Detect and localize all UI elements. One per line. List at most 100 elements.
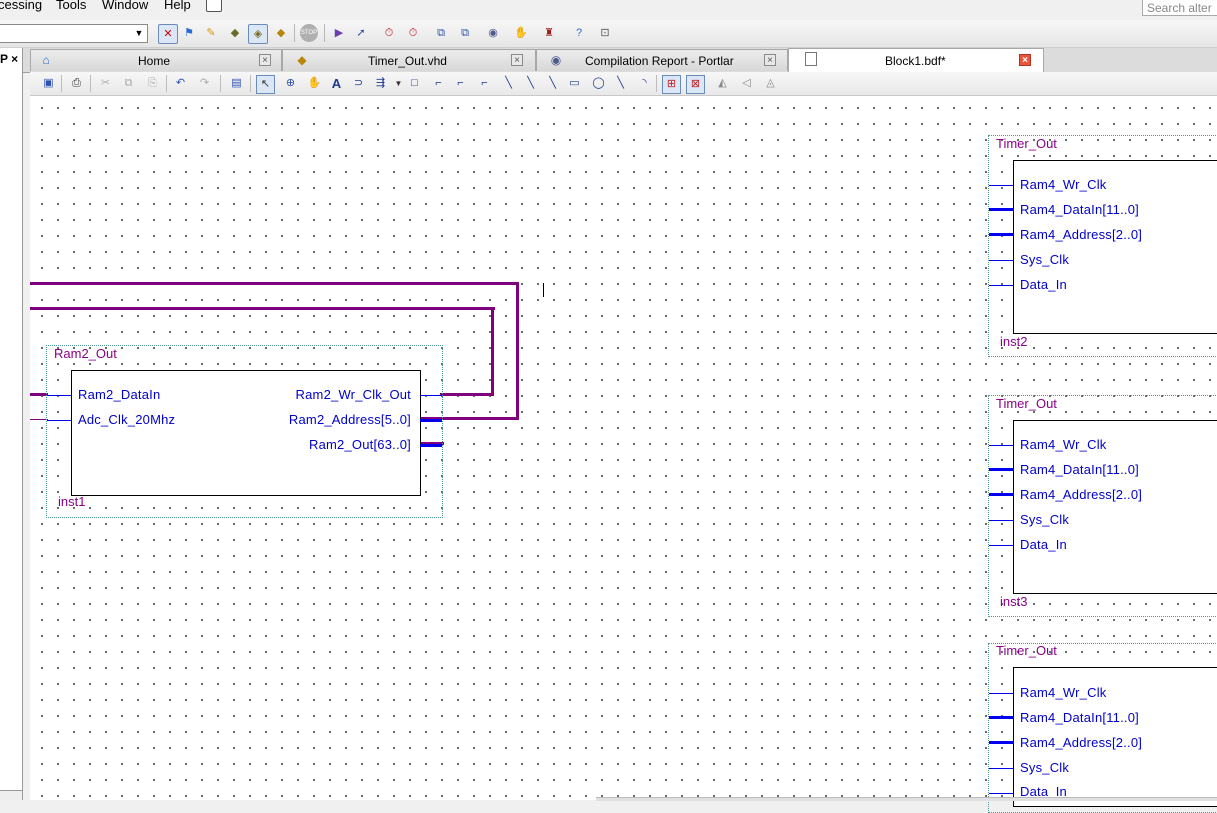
menu-processing[interactable]: cessing: [0, 0, 42, 12]
horizontal-scrollbar[interactable]: [596, 797, 1217, 801]
undo-icon[interactable]: ↶: [172, 75, 189, 92]
menu-tools[interactable]: Tools: [56, 0, 86, 12]
redo-icon[interactable]: ↷: [196, 75, 213, 92]
rectangle-tool-icon[interactable]: ▭: [566, 75, 583, 92]
pin-sys-clk[interactable]: Sys_Clk: [1020, 760, 1069, 775]
save-icon[interactable]: ▣: [40, 75, 57, 92]
pin-tool-icon[interactable]: ⇶: [372, 75, 389, 92]
pin-ram2-address[interactable]: Ram2_Address[5..0]: [289, 412, 411, 427]
oval-tool-icon[interactable]: ◯: [590, 75, 607, 92]
programmer-icon[interactable]: ◉: [484, 24, 502, 42]
pin-ram4-datain[interactable]: Ram4_DataIn[11..0]: [1020, 462, 1139, 477]
project-hierarchy-combo[interactable]: ▼: [0, 24, 148, 43]
start-compilation-icon[interactable]: ▶: [330, 24, 348, 42]
timequest-icon[interactable]: ⏱: [404, 24, 422, 42]
wire-segment[interactable]: [491, 307, 494, 396]
menu-help[interactable]: Help: [164, 0, 191, 12]
orthogonal-conduit-tool-icon[interactable]: ⌐: [476, 75, 493, 92]
tab-compilation-report[interactable]: ◉ Compilation Report - Portlar ×: [536, 49, 788, 71]
pin-data-in[interactable]: Data_In: [1020, 277, 1067, 292]
detach-window-icon[interactable]: ▤: [228, 75, 245, 92]
close-icon[interactable]: ×: [511, 54, 523, 66]
toolbar-separator: [166, 75, 167, 92]
flip-vertical-icon[interactable]: ◁: [738, 75, 755, 92]
rtl-viewer-icon[interactable]: ⧉: [432, 24, 450, 42]
whats-this-help-icon[interactable]: ⊡: [596, 24, 614, 42]
cut-icon[interactable]: ✂: [97, 75, 114, 92]
chip-planner-icon[interactable]: ◆: [226, 24, 244, 42]
chevron-down-icon[interactable]: ▼: [132, 26, 146, 41]
paste-icon[interactable]: ⎘: [144, 75, 161, 92]
stop-icon[interactable]: STOP: [300, 24, 318, 42]
hand-tool-icon[interactable]: ✋: [306, 75, 323, 92]
symbol-tool-icon[interactable]: ⊃: [350, 75, 367, 92]
close-icon[interactable]: ×: [764, 54, 776, 66]
pin-sys-clk[interactable]: Sys_Clk: [1020, 252, 1069, 267]
pin-ram4-wr-clk[interactable]: Ram4_Wr_Clk: [1020, 177, 1106, 192]
chip-icon[interactable]: ♜: [540, 24, 558, 42]
block-tool-icon[interactable]: □: [406, 75, 423, 92]
pin-ram4-datain[interactable]: Ram4_DataIn[11..0]: [1020, 202, 1139, 217]
text-tool-icon[interactable]: A: [328, 75, 345, 92]
tab-block1-bdf[interactable]: Block1.bdf* ×: [788, 48, 1044, 72]
pin-ram2-out[interactable]: Ram2_Out[63..0]: [309, 437, 411, 452]
pin-ram4-address[interactable]: Ram4_Address[2..0]: [1020, 735, 1142, 750]
assignment-editor-icon[interactable]: ⚑: [180, 24, 198, 42]
pin-planner-icon[interactable]: ✎: [202, 24, 220, 42]
technology-map-viewer-icon[interactable]: ⧉: [456, 24, 474, 42]
panel-header: P ×: [0, 50, 22, 68]
input-bus-stub: [989, 716, 1014, 719]
input-bus-stub: [989, 468, 1014, 471]
instance-name: inst3: [1000, 594, 1028, 609]
design-partition-icon[interactable]: ◈: [248, 24, 268, 44]
line-tool-icon[interactable]: ╲: [612, 75, 629, 92]
flip-horizontal-icon[interactable]: ◭: [714, 75, 731, 92]
zoom-tool-icon[interactable]: ⊕: [282, 75, 299, 92]
tab-timer-out-vhd[interactable]: ◆ Timer_Out.vhd ×: [282, 49, 536, 71]
print-icon[interactable]: ⎙: [68, 75, 85, 92]
input-pin-stub: [989, 520, 1014, 521]
diagonal-bus-tool-icon[interactable]: ╲: [522, 75, 539, 92]
orthogonal-node-tool-icon[interactable]: ⌐: [430, 75, 447, 92]
partial-line-selection-icon[interactable]: ⊞: [662, 75, 681, 94]
wire-segment[interactable]: [516, 282, 519, 420]
timing-analysis-icon[interactable]: ⏱: [380, 24, 398, 42]
compile-settings-icon[interactable]: ✕: [158, 24, 178, 44]
orthogonal-bus-tool-icon[interactable]: ⌐: [452, 75, 469, 92]
close-icon[interactable]: ×: [259, 54, 271, 66]
wire-segment[interactable]: [30, 307, 495, 310]
pin-ram4-wr-clk[interactable]: Ram4_Wr_Clk: [1020, 437, 1106, 452]
wire-segment[interactable]: [30, 282, 519, 285]
start-analysis-icon[interactable]: ➚: [352, 24, 370, 42]
arc-tool-icon[interactable]: ◝: [636, 75, 653, 92]
menu-window[interactable]: Window: [102, 0, 148, 12]
close-icon[interactable]: ×: [1019, 54, 1031, 66]
selection-tool-icon[interactable]: ↖: [256, 75, 275, 94]
pin-ram4-datain[interactable]: Ram4_DataIn[11..0]: [1020, 710, 1139, 725]
rotate-left-icon[interactable]: ◬: [762, 75, 779, 92]
pin-sys-clk[interactable]: Sys_Clk: [1020, 512, 1069, 527]
tab-home[interactable]: ⌂ Home ×: [30, 49, 282, 71]
pin-ram2-datain[interactable]: Ram2_DataIn: [78, 387, 160, 402]
rubberbanding-icon[interactable]: ⊠: [686, 75, 705, 94]
pin-ram4-wr-clk[interactable]: Ram4_Wr_Clk: [1020, 685, 1106, 700]
search-input[interactable]: Search alter: [1142, 0, 1217, 16]
pin-ram2-wr-clk-out[interactable]: Ram2_Wr_Clk_Out: [296, 387, 411, 402]
netlist-viewer-icon[interactable]: ◆: [272, 24, 290, 42]
panel-scroll-button[interactable]: [0, 790, 22, 801]
diagonal-node-tool-icon[interactable]: ╲: [500, 75, 517, 92]
diagonal-conduit-tool-icon[interactable]: ╲: [544, 75, 561, 92]
project-navigator-panel: [0, 48, 23, 800]
chevron-down-icon[interactable]: ▼: [390, 75, 407, 92]
help-icon[interactable]: ?: [570, 24, 588, 42]
pin-adc-clk-20mhz[interactable]: Adc_Clk_20Mhz: [78, 412, 175, 427]
pin-ram4-address[interactable]: Ram4_Address[2..0]: [1020, 227, 1142, 242]
pin-data-in[interactable]: Data_In: [1020, 537, 1067, 552]
pin-ram4-address[interactable]: Ram4_Address[2..0]: [1020, 487, 1142, 502]
signaltap-icon[interactable]: ✋: [512, 24, 530, 42]
input-bus-stub: [989, 493, 1014, 496]
wire-segment[interactable]: [440, 393, 494, 396]
panel-controls[interactable]: P ×: [0, 52, 18, 66]
copy-icon[interactable]: ⧉: [120, 75, 137, 92]
whats-this-icon[interactable]: [206, 0, 222, 12]
